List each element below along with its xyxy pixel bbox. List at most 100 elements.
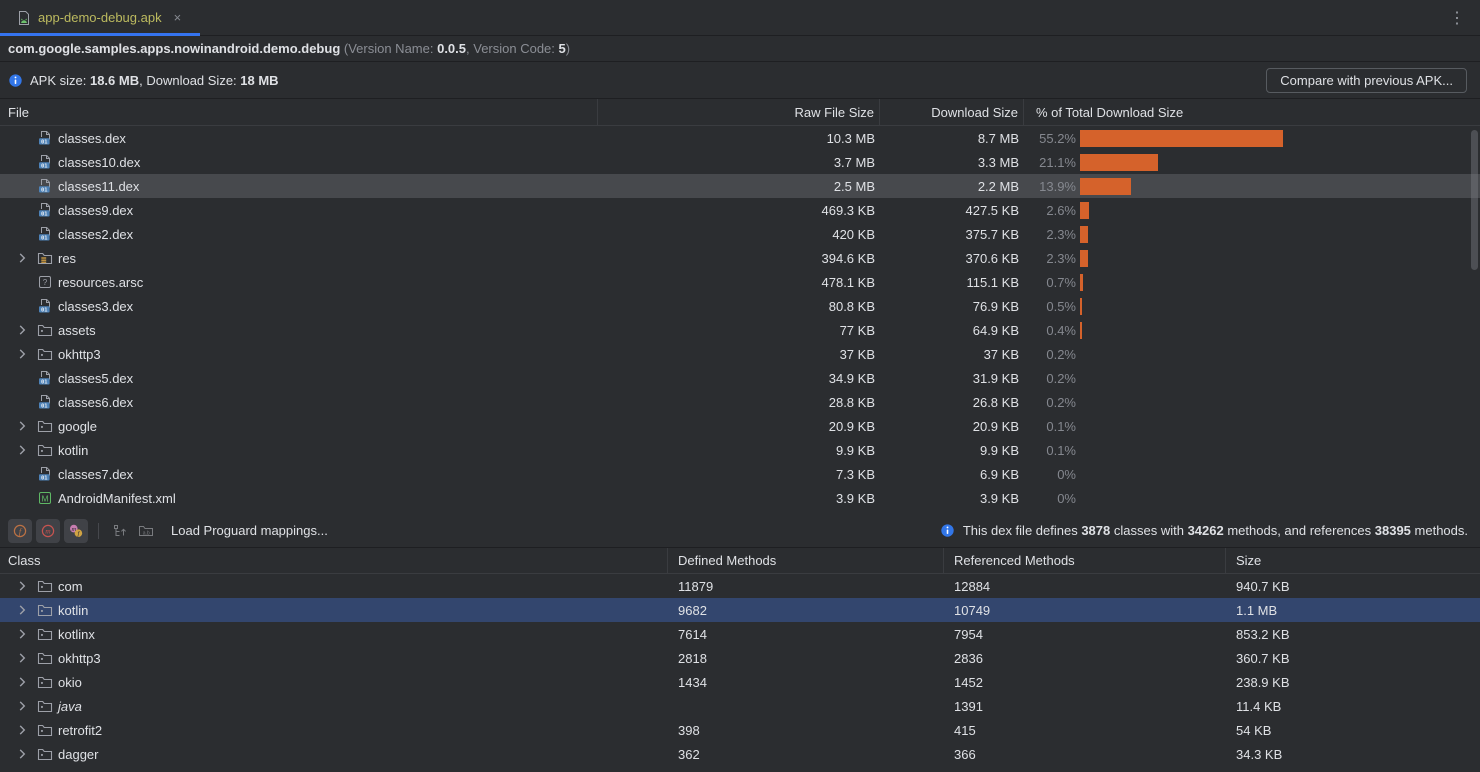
svg-text:01: 01 xyxy=(41,475,48,481)
expand-tree-icon[interactable] xyxy=(109,519,131,543)
svg-text:01: 01 xyxy=(41,211,48,217)
table-row[interactable]: 01classes6.dex28.8 KB26.8 KB0.2% xyxy=(0,390,1480,414)
chevron-right-icon[interactable] xyxy=(12,442,32,458)
svg-text:01: 01 xyxy=(41,379,48,385)
svg-text:f: f xyxy=(19,526,23,536)
file-name-cell: okhttp3 xyxy=(0,346,598,362)
package-name-cell: kotlinx xyxy=(0,626,668,642)
column-header-file[interactable]: File xyxy=(0,99,598,125)
chevron-right-icon[interactable] xyxy=(12,578,32,594)
manifest-file-icon: M xyxy=(37,490,53,506)
table-row[interactable]: dagger36236634.3 KB xyxy=(0,742,1480,766)
table-row[interactable]: kotlinx76147954853.2 KB xyxy=(0,622,1480,646)
raw-file-size: 469.3 KB xyxy=(598,203,880,218)
package-size: 34.3 KB xyxy=(1226,747,1480,762)
file-name: classes6.dex xyxy=(58,395,133,410)
chevron-right-icon[interactable] xyxy=(12,250,32,266)
file-name: kotlin xyxy=(58,443,88,458)
referenced-methods: 1391 xyxy=(944,699,1226,714)
package-size: 238.9 KB xyxy=(1226,675,1480,690)
raw-file-size: 3.9 KB xyxy=(598,491,880,506)
table-row[interactable]: MAndroidManifest.xml3.9 KB3.9 KB0% xyxy=(0,486,1480,510)
chevron-right-icon[interactable] xyxy=(12,674,32,690)
column-header-size[interactable]: Size xyxy=(1226,548,1480,573)
chevron-right-icon[interactable] xyxy=(12,346,32,362)
percent-bar-cell xyxy=(1080,294,1480,318)
chevron-right-icon[interactable] xyxy=(12,418,32,434)
apk-file-icon xyxy=(16,10,32,26)
download-size: 9.9 KB xyxy=(880,443,1024,458)
percent-bar-cell xyxy=(1080,126,1480,150)
column-header-download-size[interactable]: Download Size xyxy=(880,99,1024,125)
table-row[interactable]: 01classes2.dex420 KB375.7 KB2.3% xyxy=(0,222,1480,246)
table-row[interactable]: 01classes10.dex3.7 MB3.3 MB21.1% xyxy=(0,150,1480,174)
package-name: okhttp3 xyxy=(58,651,101,666)
apk-size-value: 18.6 MB xyxy=(90,73,139,88)
raw-file-size: 34.9 KB xyxy=(598,371,880,386)
chevron-right-icon[interactable] xyxy=(12,322,32,338)
table-row[interactable]: ?resources.arsc478.1 KB115.1 KB0.7% xyxy=(0,270,1480,294)
table-row[interactable]: kotlin9.9 KB9.9 KB0.1% xyxy=(0,438,1480,462)
referenced-methods: 2836 xyxy=(944,651,1226,666)
chevron-right-icon[interactable] xyxy=(12,650,32,666)
download-size: 64.9 KB xyxy=(880,323,1024,338)
percent-of-total: 55.2% xyxy=(1024,131,1080,146)
chevron-right-icon[interactable] xyxy=(12,698,32,714)
table-row[interactable]: 01classes11.dex2.5 MB2.2 MB13.9% xyxy=(0,174,1480,198)
table-row[interactable]: okio14341452238.9 KB xyxy=(0,670,1480,694)
chevron-right-icon[interactable] xyxy=(12,602,32,618)
download-size: 26.8 KB xyxy=(880,395,1024,410)
percent-of-total: 2.3% xyxy=(1024,227,1080,242)
close-icon[interactable]: × xyxy=(174,10,182,25)
package-name-cell: retrofit2 xyxy=(0,722,668,738)
column-header-defined-methods[interactable]: Defined Methods xyxy=(668,548,944,573)
table-row[interactable]: 01classes7.dex7.3 KB6.9 KB0% xyxy=(0,462,1480,486)
package-size: 940.7 KB xyxy=(1226,579,1480,594)
table-row[interactable]: okhttp328182836360.7 KB xyxy=(0,646,1480,670)
kebab-menu-icon[interactable]: ⋮ xyxy=(1449,8,1480,28)
column-header-percent-of-total[interactable]: % of Total Download Size xyxy=(1024,99,1480,125)
table-row[interactable]: 01classes9.dex469.3 KB427.5 KB2.6% xyxy=(0,198,1480,222)
table-row[interactable]: res394.6 KB370.6 KB2.3% xyxy=(0,246,1480,270)
file-name-cell: 01classes3.dex xyxy=(0,298,598,314)
load-proguard-mappings-button[interactable]: Load Proguard mappings... xyxy=(171,523,328,538)
chevron-right-icon[interactable] xyxy=(12,722,32,738)
percent-bar xyxy=(1080,178,1131,195)
show-fields-toggle-button[interactable]: f xyxy=(8,519,32,543)
column-header-raw-file-size[interactable]: Raw File Size xyxy=(598,99,880,125)
compare-previous-apk-button[interactable]: Compare with previous APK... xyxy=(1266,68,1467,93)
percent-of-total: 0% xyxy=(1024,491,1080,506)
table-row[interactable]: java139111.4 KB xyxy=(0,694,1480,718)
raw-file-size: 80.8 KB xyxy=(598,299,880,314)
defined-methods: 398 xyxy=(668,723,944,738)
column-header-class[interactable]: Class xyxy=(0,548,668,573)
info-icon xyxy=(940,523,956,539)
tab-apk-file[interactable]: app-demo-debug.apk × xyxy=(0,0,193,35)
column-header-referenced-methods[interactable]: Referenced Methods xyxy=(944,548,1226,573)
table-row[interactable]: retrofit239841554 KB xyxy=(0,718,1480,742)
raw-file-size: 28.8 KB xyxy=(598,395,880,410)
download-size: 76.9 KB xyxy=(880,299,1024,314)
folder-icon xyxy=(37,442,53,458)
show-methods-toggle-button[interactable]: m xyxy=(36,519,60,543)
chevron-right-icon[interactable] xyxy=(12,626,32,642)
package-name: java xyxy=(58,699,82,714)
svg-text:01: 01 xyxy=(41,163,48,169)
package-icon xyxy=(37,698,53,714)
show-referenced-nodes-toggle-button[interactable]: mf xyxy=(64,519,88,543)
table-row[interactable]: assets77 KB64.9 KB0.4% xyxy=(0,318,1480,342)
chevron-right-icon[interactable] xyxy=(12,746,32,762)
table-row[interactable]: kotlin9682107491.1 MB xyxy=(0,598,1480,622)
table-row[interactable]: google20.9 KB20.9 KB0.1% xyxy=(0,414,1480,438)
file-name: google xyxy=(58,419,97,434)
file-name-cell: 01classes2.dex xyxy=(0,226,598,242)
vertical-scrollbar-thumb[interactable] xyxy=(1471,130,1478,270)
table-row[interactable]: okhttp337 KB37 KB0.2% xyxy=(0,342,1480,366)
arsc-file-icon: ? xyxy=(37,274,53,290)
raw-file-size: 37 KB xyxy=(598,347,880,362)
table-row[interactable]: 01classes5.dex34.9 KB31.9 KB0.2% xyxy=(0,366,1480,390)
table-row[interactable]: 01classes.dex10.3 MB8.7 MB55.2% xyxy=(0,126,1480,150)
deobfuscate-names-icon[interactable]: a.b xyxy=(135,519,157,543)
table-row[interactable]: 01classes3.dex80.8 KB76.9 KB0.5% xyxy=(0,294,1480,318)
table-row[interactable]: com1187912884940.7 KB xyxy=(0,574,1480,598)
